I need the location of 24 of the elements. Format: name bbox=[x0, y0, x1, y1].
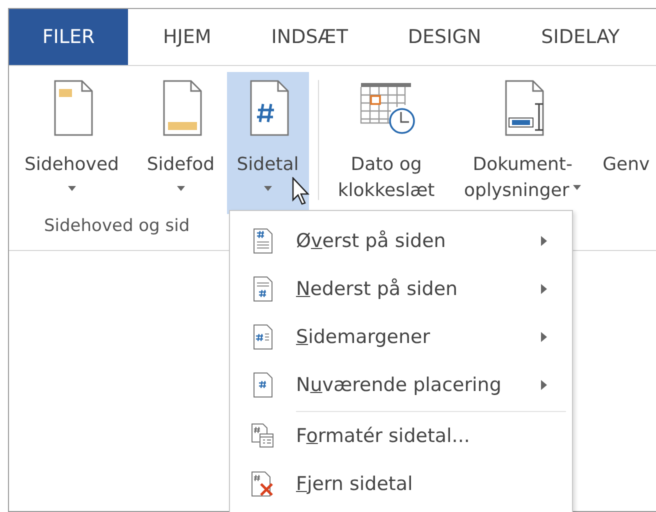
ribbon-tab[interactable]: HJEM bbox=[128, 9, 242, 65]
page-number-top-icon bbox=[253, 228, 273, 254]
group-label: Sidehoved og sid bbox=[44, 216, 190, 236]
menu-item[interactable]: Øverst på siden bbox=[230, 217, 572, 265]
format-page-number-icon bbox=[251, 423, 275, 449]
menu-item[interactable]: Formatér sidetal... bbox=[230, 412, 572, 460]
ribbon-button[interactable]: Sidehoved bbox=[9, 72, 134, 214]
ribbon-tab[interactable]: FILER bbox=[9, 9, 128, 65]
ribbon-tab[interactable]: DESIGN bbox=[378, 9, 512, 65]
menu-item[interactable]: Fjern sidetal bbox=[230, 460, 572, 508]
page-number-margin-icon bbox=[253, 324, 273, 350]
page-number-icon bbox=[253, 372, 273, 398]
menu-item[interactable]: Nuværende placering bbox=[230, 361, 572, 409]
ribbon-tab[interactable]: SIDELAY bbox=[511, 9, 650, 65]
ribbon-button[interactable]: Sidefod bbox=[134, 72, 227, 214]
mouse-pointer-icon bbox=[292, 177, 312, 207]
remove-page-number-icon bbox=[251, 471, 275, 497]
ribbon-button[interactable]: Genv bbox=[596, 72, 656, 214]
menu-item[interactable]: Nederst på siden bbox=[230, 265, 572, 313]
page-number-bottom-icon bbox=[253, 276, 273, 302]
ribbon-button[interactable]: Sidetal bbox=[226, 72, 309, 214]
ribbon-button[interactable]: Dato og klokkeslæt bbox=[328, 72, 445, 214]
ribbon-tab[interactable]: INDSÆT bbox=[241, 9, 378, 65]
menu-item[interactable]: Sidemargener bbox=[230, 313, 572, 361]
